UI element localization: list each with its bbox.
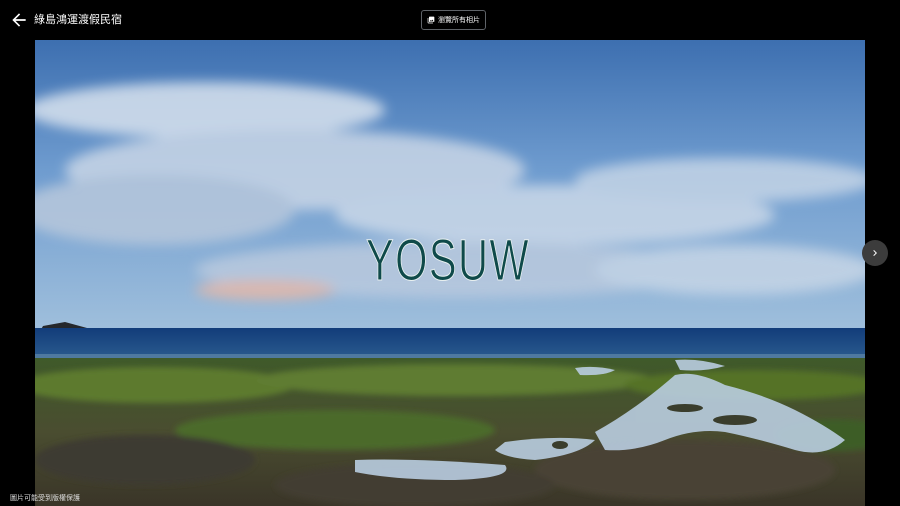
main-photo: YOSUW (35, 40, 865, 506)
copyright-notice: 圖片可能受到版權保護 (10, 494, 80, 502)
watermark-text: YOSUW (366, 228, 530, 293)
view-all-photos-button[interactable]: 瀏覽所有相片 (421, 10, 486, 30)
back-button[interactable] (9, 10, 29, 30)
view-all-photos-label: 瀏覽所有相片 (438, 16, 480, 24)
next-photo-button[interactable] (862, 240, 888, 266)
page-title: 綠島鴻運渡假民宿 (34, 13, 122, 26)
chevron-right-icon (873, 250, 877, 256)
seascape-image: YOSUW (35, 40, 865, 506)
top-bar: 綠島鴻運渡假民宿 瀏覽所有相片 (0, 0, 900, 40)
photo-library-icon (427, 16, 435, 24)
arrow-left-icon (12, 13, 26, 27)
